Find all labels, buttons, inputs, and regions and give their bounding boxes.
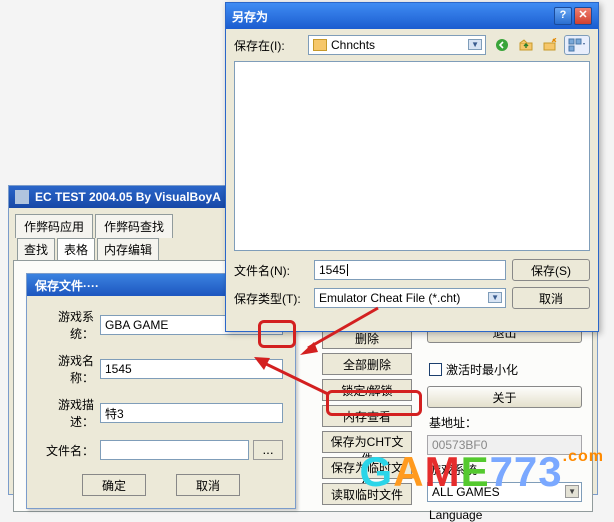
close-button[interactable]: ✕	[574, 7, 592, 25]
dropdown-savein-value: Chnchts	[331, 38, 375, 52]
file-listing[interactable]	[234, 61, 590, 251]
input-filename-sa[interactable]: 1545	[314, 260, 506, 280]
cancel-button[interactable]: 取消	[176, 474, 240, 496]
label-system: 游戏系统：	[39, 308, 94, 342]
view-menu-icon[interactable]	[564, 35, 590, 55]
app-icon	[15, 190, 29, 204]
dropdown-gamesys[interactable]: ALL GAMES	[427, 482, 582, 502]
tab-memedit[interactable]: 内存编辑	[97, 238, 159, 260]
caret-icon	[347, 264, 348, 276]
save-as-titlebar: 另存为 ? ✕	[226, 3, 598, 29]
btn-about[interactable]: 关于	[427, 386, 582, 408]
save-as-dialog: 另存为 ? ✕ 保存在(I): Chnchts 文件名(N)	[225, 2, 599, 332]
tab-cheat-apply[interactable]: 作弊码应用	[15, 214, 93, 238]
dropdown-savein[interactable]: Chnchts	[308, 35, 486, 55]
checkbox-icon	[429, 363, 442, 376]
input-filename[interactable]	[100, 440, 249, 460]
btn-read-temp[interactable]: 读取临时文件	[322, 483, 412, 505]
tab-table[interactable]: 表格	[57, 238, 95, 260]
label-filename-sa: 文件名(N):	[234, 262, 302, 279]
input-gamename-value: 1545	[105, 362, 132, 376]
arrow-annotation-1	[300, 300, 400, 360]
label-filetype: 保存类型(T):	[234, 290, 302, 307]
label-base: 基地址：	[427, 412, 582, 431]
folder-icon	[313, 39, 327, 51]
base-address: 00573BF0	[427, 435, 582, 455]
dropdown-gamesys-value: ALL GAMES	[432, 485, 500, 499]
tab-cheat-search[interactable]: 作弊码查找	[95, 214, 173, 238]
help-button[interactable]: ?	[554, 7, 572, 25]
label-gamedesc: 游戏描述：	[39, 396, 94, 430]
label-gamesys: 游戏系统	[427, 459, 582, 478]
save-button[interactable]: 保存(S)	[512, 259, 590, 281]
minimize-checkbox-row[interactable]: 激活时最小化	[427, 357, 582, 382]
input-gamedesc-value: 特3	[105, 405, 124, 422]
input-filename-sa-value: 1545	[319, 263, 346, 277]
up-folder-icon[interactable]	[516, 35, 536, 55]
label-savein: 保存在(I):	[234, 37, 302, 54]
label-language: Language	[427, 506, 582, 522]
arrow-annotation-2	[250, 352, 340, 402]
save-as-title: 另存为	[232, 8, 268, 25]
btn-save-temp[interactable]: 保存为临时文件	[322, 457, 412, 479]
save-as-toolbar	[492, 35, 590, 55]
new-folder-icon[interactable]	[540, 35, 560, 55]
cancel-button-sa[interactable]: 取消	[512, 287, 590, 309]
browse-button[interactable]: ...	[253, 440, 283, 460]
input-gamedesc[interactable]: 特3	[100, 403, 283, 423]
dropdown-system-value: GBA GAME	[105, 318, 168, 332]
ok-button[interactable]: 确定	[82, 474, 146, 496]
back-icon[interactable]	[492, 35, 512, 55]
label-filename: 文件名：	[39, 442, 94, 459]
btn-save-cht[interactable]: 保存为CHT文件	[322, 431, 412, 453]
minimize-label: 激活时最小化	[446, 361, 518, 378]
ec-title-text: EC TEST 2004.05 By VisualBoyA	[35, 190, 221, 204]
btn-memview[interactable]: 内存查看	[322, 405, 412, 427]
label-gamename: 游戏名称：	[39, 352, 94, 386]
tab-search[interactable]: 查找	[17, 238, 55, 260]
